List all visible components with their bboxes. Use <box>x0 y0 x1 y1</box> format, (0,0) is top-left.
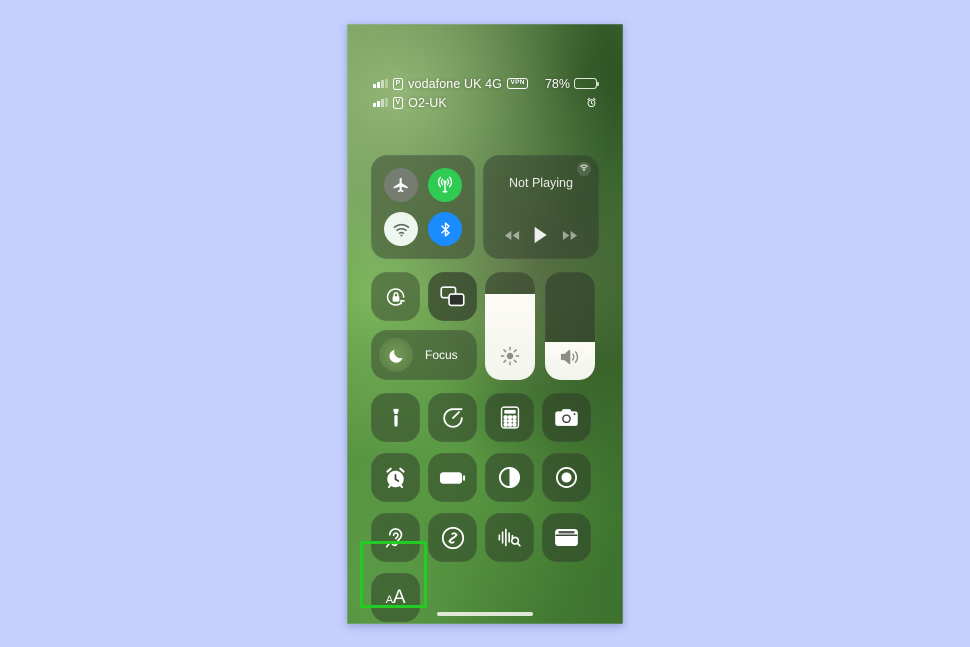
calculator-button[interactable] <box>485 393 534 442</box>
camera-icon <box>554 408 579 428</box>
brightness-slider[interactable] <box>485 272 535 380</box>
battery-icon <box>439 471 466 485</box>
volume-slider[interactable] <box>545 272 595 380</box>
timer-icon <box>441 406 465 430</box>
focus-label: Focus <box>425 348 458 362</box>
text-size-small-a: A <box>385 593 393 606</box>
sound-recognition-icon <box>497 526 522 549</box>
flashlight-button[interactable] <box>371 393 420 442</box>
text-size-button[interactable]: AA <box>371 573 420 622</box>
bluetooth-icon <box>437 221 454 238</box>
screen-mirroring-icon <box>440 286 465 307</box>
cellular-data-button[interactable] <box>428 168 462 202</box>
flashlight-icon <box>385 407 407 429</box>
wifi-icon <box>392 220 411 239</box>
now-playing-module[interactable]: Not Playing <box>483 155 599 259</box>
media-controls <box>483 226 599 244</box>
text-size-large-a: A <box>392 586 406 608</box>
rotation-lock-icon <box>384 285 408 309</box>
phone-screen: P vodafone UK 4G VPN 78% V O2-UK Not Pla… <box>347 24 623 624</box>
hearing-button[interactable] <box>371 513 420 562</box>
moon-icon <box>379 338 413 372</box>
rewind-icon[interactable] <box>504 230 520 241</box>
record-icon <box>555 466 578 489</box>
bluetooth-button[interactable] <box>428 212 462 246</box>
airplane-mode-button[interactable] <box>384 168 418 202</box>
dark-mode-icon <box>498 466 521 489</box>
alarm-button[interactable] <box>371 453 420 502</box>
screen-mirroring-button[interactable] <box>428 272 477 321</box>
rotation-lock-button[interactable] <box>371 272 420 321</box>
focus-button[interactable]: Focus <box>371 330 477 380</box>
shazam-icon <box>441 526 465 550</box>
home-indicator <box>437 611 533 616</box>
sound-recognition-button[interactable] <box>485 513 534 562</box>
camera-button[interactable] <box>542 393 591 442</box>
play-icon[interactable] <box>533 226 548 244</box>
connectivity-module <box>371 155 475 259</box>
timer-button[interactable] <box>428 393 477 442</box>
wallet-button[interactable] <box>542 513 591 562</box>
fast-forward-icon[interactable] <box>562 230 578 241</box>
airplay-audio-icon[interactable] <box>576 161 592 177</box>
control-center: Not Playing Focus AA <box>347 24 623 624</box>
calculator-icon <box>500 406 520 429</box>
cellular-antenna-icon <box>435 175 455 195</box>
dark-mode-button[interactable] <box>485 453 534 502</box>
alarm-clock-icon <box>384 466 407 489</box>
text-size-icon: AA <box>385 586 406 609</box>
music-recognition-button[interactable] <box>428 513 477 562</box>
ear-icon <box>384 526 407 550</box>
wallet-icon <box>554 528 579 547</box>
now-playing-title: Not Playing <box>509 176 573 190</box>
screen-recording-button[interactable] <box>542 453 591 502</box>
wifi-button[interactable] <box>384 212 418 246</box>
brightness-fill <box>485 293 535 380</box>
airplane-icon <box>392 176 410 194</box>
speaker-volume-icon <box>545 347 595 367</box>
brightness-sun-icon <box>485 345 535 367</box>
low-power-mode-button[interactable] <box>428 453 477 502</box>
